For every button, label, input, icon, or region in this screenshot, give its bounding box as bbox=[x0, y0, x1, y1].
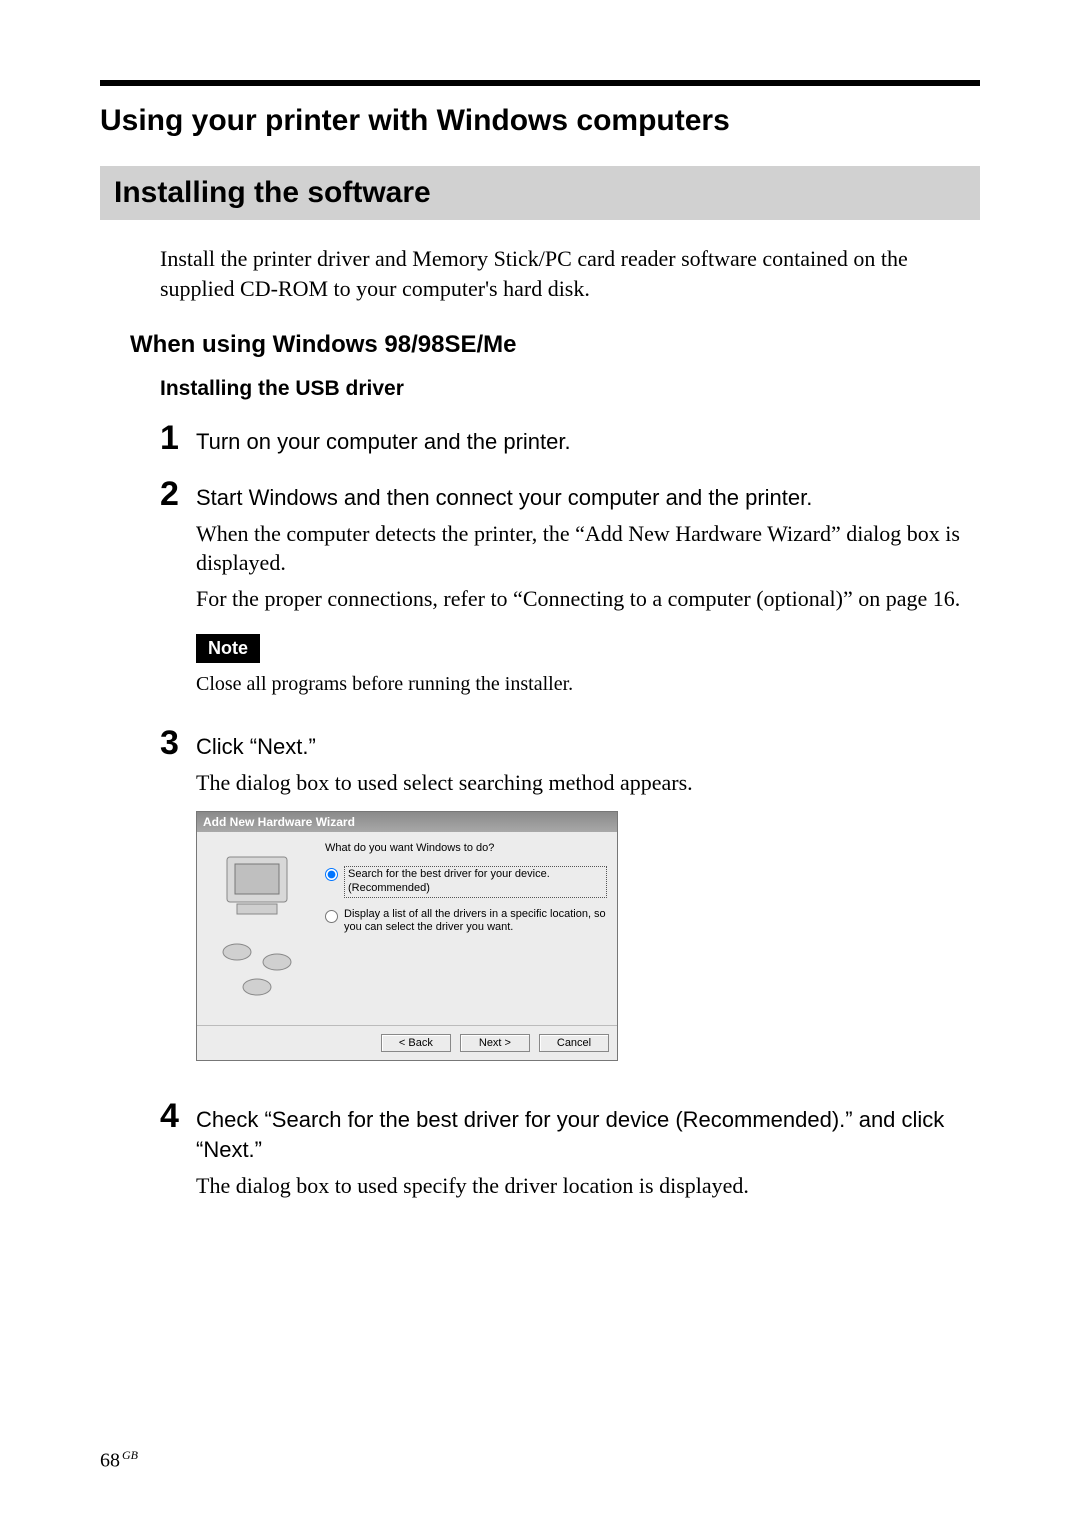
sub-sub-heading: Installing the USB driver bbox=[160, 377, 980, 401]
top-rule bbox=[100, 80, 980, 86]
dialog-prompt: What do you want Windows to do? bbox=[325, 842, 607, 854]
document-page: Using your printer with Windows computer… bbox=[0, 0, 1080, 1529]
page-number-value: 68 bbox=[100, 1450, 120, 1472]
wizard-art-icon bbox=[207, 842, 317, 1015]
step-number: 2 bbox=[160, 477, 196, 511]
step-paragraph: The dialog box to used specify the drive… bbox=[196, 1171, 980, 1201]
sub-heading: When using Windows 98/98SE/Me bbox=[130, 331, 980, 359]
step-title: Check “Search for the best driver for yo… bbox=[196, 1105, 980, 1164]
step-body: Click “Next.” The dialog box to used sel… bbox=[196, 726, 980, 1085]
radio-label: Search for the best driver for your devi… bbox=[344, 866, 607, 898]
step-1: 1 Turn on your computer and the printer. bbox=[160, 421, 980, 463]
add-new-hardware-wizard: Add New Hardware Wizard What d bbox=[196, 811, 618, 1061]
next-button[interactable]: Next > bbox=[460, 1034, 530, 1052]
step-number: 4 bbox=[160, 1099, 196, 1133]
step-paragraph: When the computer detects the printer, t… bbox=[196, 519, 980, 578]
page-number: 68GB bbox=[100, 1448, 138, 1473]
step-3: 3 Click “Next.” The dialog box to used s… bbox=[160, 726, 980, 1085]
step-number: 1 bbox=[160, 421, 196, 455]
step-title: Turn on your computer and the printer. bbox=[196, 427, 980, 457]
step-body: Start Windows and then connect your comp… bbox=[196, 477, 980, 712]
step-body: Check “Search for the best driver for yo… bbox=[196, 1099, 980, 1206]
step-title: Start Windows and then connect your comp… bbox=[196, 483, 980, 513]
main-heading: Using your printer with Windows computer… bbox=[100, 104, 980, 138]
step-4: 4 Check “Search for the best driver for … bbox=[160, 1099, 980, 1206]
back-button[interactable]: < Back bbox=[381, 1034, 451, 1052]
step-number: 3 bbox=[160, 726, 196, 760]
step-body: Turn on your computer and the printer. bbox=[196, 421, 980, 463]
step-paragraph: The dialog box to used select searching … bbox=[196, 768, 980, 798]
dialog-title: Add New Hardware Wizard bbox=[197, 812, 617, 832]
section-heading: Installing the software bbox=[100, 166, 980, 220]
page-region: GB bbox=[122, 1448, 138, 1462]
step-title: Click “Next.” bbox=[196, 732, 980, 762]
radio-input[interactable] bbox=[325, 910, 338, 923]
dialog-body: What do you want Windows to do? Search f… bbox=[197, 832, 617, 1025]
dialog-content: What do you want Windows to do? Search f… bbox=[317, 842, 607, 1015]
note-text: Close all programs before running the in… bbox=[196, 673, 980, 696]
dialog-footer: < Back Next > Cancel bbox=[197, 1025, 617, 1060]
radio-option-display-list[interactable]: Display a list of all the drivers in a s… bbox=[325, 908, 607, 936]
radio-label: Display a list of all the drivers in a s… bbox=[344, 908, 607, 936]
radio-input[interactable] bbox=[325, 868, 338, 881]
intro-paragraph: Install the printer driver and Memory St… bbox=[160, 244, 980, 303]
note-badge: Note bbox=[196, 634, 260, 663]
step-paragraph: For the proper connections, refer to “Co… bbox=[196, 584, 980, 614]
cancel-button[interactable]: Cancel bbox=[539, 1034, 609, 1052]
step-2: 2 Start Windows and then connect your co… bbox=[160, 477, 980, 712]
radio-option-search-best[interactable]: Search for the best driver for your devi… bbox=[325, 866, 607, 898]
